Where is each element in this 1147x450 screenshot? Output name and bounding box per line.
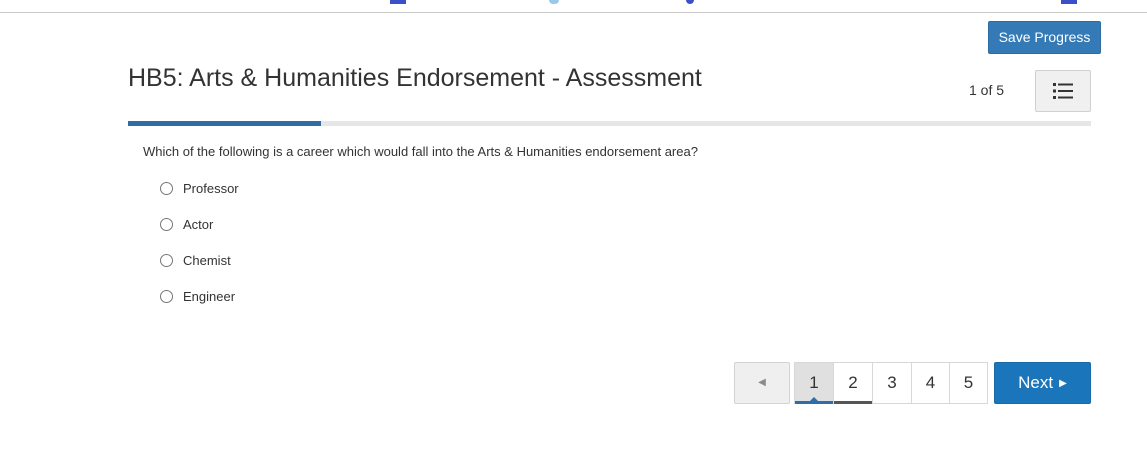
page-navigation: 1 2 3 4 5 (794, 362, 988, 404)
next-arrow-icon: ▶ (1059, 378, 1067, 389)
page-number: 3 (887, 373, 897, 392)
page-status-bar (834, 401, 872, 404)
toolbar-icon (390, 0, 406, 4)
answer-option-professor[interactable]: Professor (160, 179, 239, 197)
save-progress-button[interactable]: Save Progress (988, 21, 1101, 54)
page-status-bar (795, 401, 833, 404)
list-icon (1053, 83, 1073, 99)
prev-arrow-icon: ◀ (758, 377, 766, 388)
page-number: 5 (963, 373, 974, 392)
previous-button[interactable]: ◀ (734, 362, 790, 404)
radio-button[interactable] (160, 217, 173, 231)
browser-top-strip (0, 0, 1147, 13)
page-button-4[interactable]: 4 (911, 362, 950, 404)
answer-option-label: Chemist (183, 252, 231, 268)
answer-option-label: Engineer (183, 288, 236, 304)
progress-bar (128, 121, 1091, 126)
progress-bar-fill (128, 121, 321, 126)
answer-option-chemist[interactable]: Chemist (160, 251, 231, 269)
answer-option-label: Actor (183, 216, 214, 232)
question-list-button[interactable] (1035, 70, 1091, 112)
page-title: HB5: Arts & Humanities Endorsement - Ass… (128, 64, 702, 92)
toolbar-icon (1061, 0, 1077, 4)
page-button-2[interactable]: 2 (833, 362, 873, 404)
answer-option-label: Professor (183, 180, 239, 196)
question-counter: 1 of 5 (969, 82, 1005, 98)
page-number: 4 (925, 373, 936, 392)
radio-button[interactable] (160, 253, 173, 267)
next-button-label: Next (1018, 373, 1054, 392)
answer-option-engineer[interactable]: Engineer (160, 287, 235, 305)
page-button-3[interactable]: 3 (872, 362, 912, 404)
page-button-1[interactable]: 1 (794, 362, 834, 404)
page-number: 1 (809, 373, 819, 392)
radio-button[interactable] (160, 181, 173, 195)
answer-option-actor[interactable]: Actor (160, 215, 213, 233)
page-button-5[interactable]: 5 (949, 362, 988, 404)
next-button[interactable]: Next ▶ (994, 362, 1091, 404)
question-text: Which of the following is a career which… (143, 144, 698, 159)
page-number: 2 (848, 373, 858, 392)
toolbar-icon (686, 0, 694, 4)
radio-button[interactable] (160, 289, 173, 303)
toolbar-icon (549, 0, 559, 4)
